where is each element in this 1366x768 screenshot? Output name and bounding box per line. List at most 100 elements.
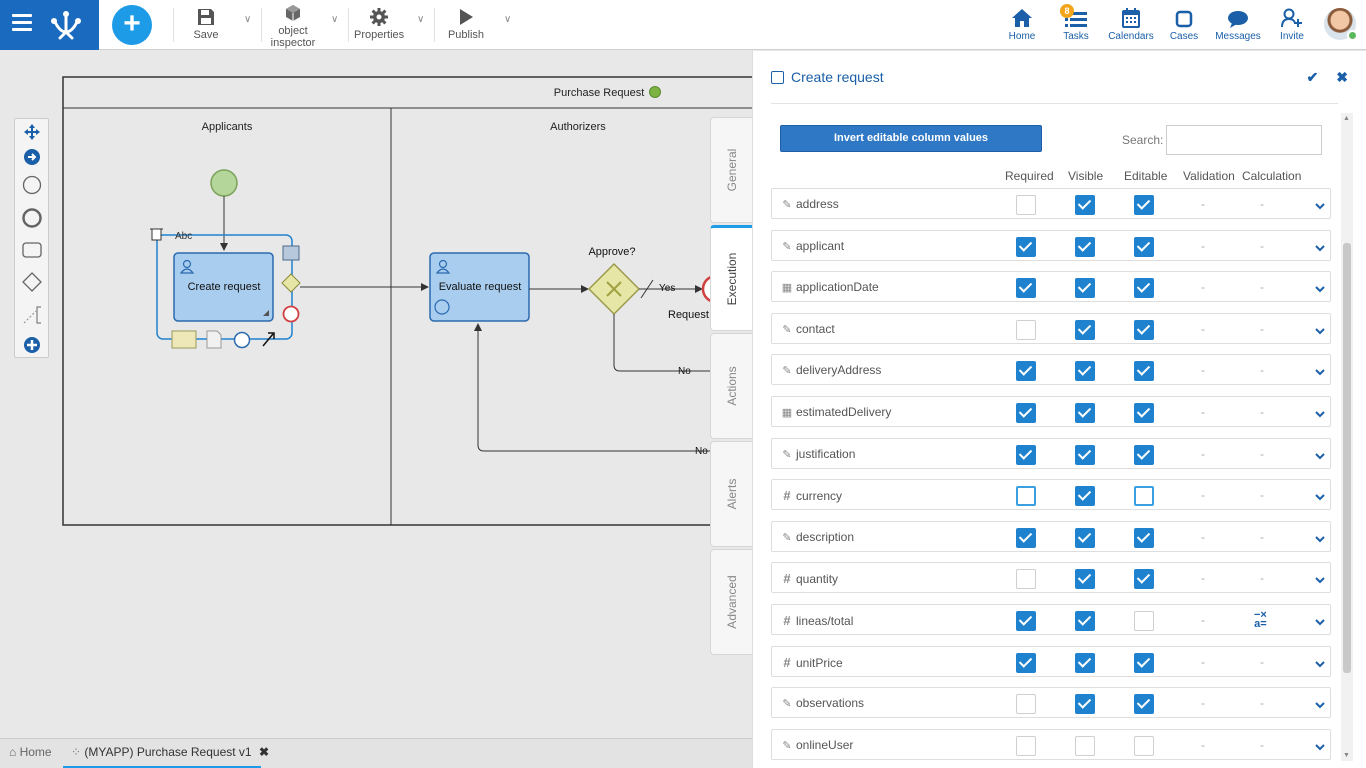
- table-row[interactable]: # lineas/total - −× a=: [771, 604, 1331, 635]
- calculation-value[interactable]: -: [1260, 239, 1264, 253]
- visible-checkbox[interactable]: [1075, 653, 1095, 673]
- calculation-value[interactable]: -: [1260, 280, 1264, 294]
- required-checkbox[interactable]: [1016, 653, 1036, 673]
- formula-icon[interactable]: −× a=: [1254, 610, 1267, 630]
- calculation-value[interactable]: -: [1260, 363, 1264, 377]
- table-row[interactable]: ✎ deliveryAddress - -: [771, 354, 1331, 385]
- table-row[interactable]: # unitPrice - -: [771, 646, 1331, 677]
- required-checkbox[interactable]: [1016, 611, 1036, 631]
- pad-end-event-icon[interactable]: [282, 305, 300, 323]
- editable-checkbox[interactable]: [1134, 361, 1154, 381]
- inspector-dropdown-chevron-icon[interactable]: ∨: [331, 14, 338, 25]
- chevron-down-icon[interactable]: [1315, 326, 1325, 336]
- editable-checkbox[interactable]: [1134, 569, 1154, 589]
- scroll-up-arrow-icon[interactable]: ▲: [1343, 115, 1350, 122]
- validation-value[interactable]: -: [1201, 197, 1205, 211]
- required-checkbox[interactable]: [1016, 528, 1036, 548]
- bottom-tab-home[interactable]: ⌂ Home: [9, 745, 52, 759]
- table-row[interactable]: # quantity - -: [771, 562, 1331, 593]
- validation-value[interactable]: -: [1201, 280, 1205, 294]
- pad-intermediate-event-icon[interactable]: [233, 331, 251, 349]
- validation-value[interactable]: -: [1201, 571, 1205, 585]
- properties-dropdown-chevron-icon[interactable]: ∨: [417, 14, 424, 25]
- editable-checkbox[interactable]: [1134, 736, 1154, 756]
- required-checkbox[interactable]: [1016, 569, 1036, 589]
- tab-actions[interactable]: Actions: [710, 333, 752, 439]
- editable-checkbox[interactable]: [1134, 320, 1154, 340]
- chevron-down-icon[interactable]: [1315, 700, 1325, 710]
- tab-execution[interactable]: Execution: [710, 225, 752, 331]
- diagram-canvas[interactable]: Purchase Request Applicants Authorizers …: [0, 51, 752, 737]
- validation-value[interactable]: -: [1201, 613, 1205, 627]
- validation-value[interactable]: -: [1201, 363, 1205, 377]
- validation-value[interactable]: -: [1201, 322, 1205, 336]
- validation-value[interactable]: -: [1201, 530, 1205, 544]
- visible-checkbox[interactable]: [1075, 486, 1095, 506]
- calculation-value[interactable]: -: [1260, 571, 1264, 585]
- tab-general[interactable]: General: [710, 117, 752, 223]
- validation-value[interactable]: -: [1201, 488, 1205, 502]
- publish-button[interactable]: Publish: [446, 4, 486, 41]
- task-tool-icon[interactable]: [22, 240, 42, 260]
- chevron-down-icon[interactable]: [1315, 409, 1325, 419]
- editable-checkbox[interactable]: [1134, 486, 1154, 506]
- table-row[interactable]: ✎ address - -: [771, 188, 1331, 219]
- visible-checkbox[interactable]: [1075, 736, 1095, 756]
- save-dropdown-chevron-icon[interactable]: ∨: [244, 14, 251, 25]
- visible-checkbox[interactable]: [1075, 569, 1095, 589]
- required-checkbox[interactable]: [1016, 486, 1036, 506]
- validation-value[interactable]: -: [1201, 239, 1205, 253]
- tab-alerts[interactable]: Alerts: [710, 441, 752, 547]
- search-input[interactable]: [1166, 125, 1322, 155]
- chevron-down-icon[interactable]: [1315, 659, 1325, 669]
- table-row[interactable]: ✎ contact - -: [771, 313, 1331, 344]
- gateway-tool-icon[interactable]: [22, 272, 42, 292]
- calculation-value[interactable]: -: [1260, 488, 1264, 502]
- nav-home[interactable]: Home: [1007, 6, 1037, 42]
- required-checkbox[interactable]: [1016, 361, 1036, 381]
- editable-checkbox[interactable]: [1134, 237, 1154, 257]
- editable-checkbox[interactable]: [1134, 694, 1154, 714]
- text-annotation-tool[interactable]: Abc: [175, 231, 192, 242]
- scrollbar-thumb[interactable]: [1343, 243, 1351, 673]
- end-event-tool-icon[interactable]: [22, 208, 42, 228]
- new-button[interactable]: +: [112, 5, 152, 45]
- table-row[interactable]: ✎ applicant - -: [771, 230, 1331, 261]
- chevron-down-icon[interactable]: [1315, 617, 1325, 627]
- editable-checkbox[interactable]: [1134, 278, 1154, 298]
- editable-checkbox[interactable]: [1134, 445, 1154, 465]
- chevron-down-icon[interactable]: [1315, 742, 1325, 752]
- nav-messages[interactable]: Messages: [1214, 6, 1262, 42]
- nav-calendars[interactable]: Calendars: [1108, 6, 1154, 42]
- required-checkbox[interactable]: [1016, 445, 1036, 465]
- chevron-down-icon[interactable]: [1315, 534, 1325, 544]
- chevron-down-icon[interactable]: [1315, 367, 1325, 377]
- pad-data-store-icon[interactable]: [171, 330, 197, 349]
- table-row[interactable]: ✎ onlineUser - -: [771, 729, 1331, 760]
- table-row[interactable]: ✎ observations - -: [771, 687, 1331, 718]
- properties-button[interactable]: Properties: [354, 4, 404, 41]
- chevron-down-icon[interactable]: [1315, 451, 1325, 461]
- required-checkbox[interactable]: [1016, 694, 1036, 714]
- calculation-value[interactable]: -: [1260, 447, 1264, 461]
- editable-checkbox[interactable]: [1134, 611, 1154, 631]
- nav-cases[interactable]: Cases: [1168, 6, 1200, 42]
- publish-dropdown-chevron-icon[interactable]: ∨: [504, 14, 511, 25]
- visible-checkbox[interactable]: [1075, 694, 1095, 714]
- calculation-value[interactable]: -: [1260, 405, 1264, 419]
- visible-checkbox[interactable]: [1075, 445, 1095, 465]
- user-avatar[interactable]: [1324, 8, 1358, 41]
- required-checkbox[interactable]: [1016, 237, 1036, 257]
- chevron-down-icon[interactable]: [1315, 284, 1325, 294]
- visible-checkbox[interactable]: [1075, 403, 1095, 423]
- calculation-value[interactable]: -: [1260, 655, 1264, 669]
- validation-value[interactable]: -: [1201, 405, 1205, 419]
- required-checkbox[interactable]: [1016, 320, 1036, 340]
- app-logo-icon[interactable]: [50, 10, 82, 40]
- visible-checkbox[interactable]: [1075, 237, 1095, 257]
- start-event-tool-icon[interactable]: [22, 175, 42, 195]
- visible-checkbox[interactable]: [1075, 320, 1095, 340]
- bottom-tab-process[interactable]: ⁘ (MYAPP) Purchase Request v1 ✖: [71, 745, 269, 759]
- nav-invite[interactable]: Invite: [1278, 6, 1306, 42]
- chevron-down-icon[interactable]: [1315, 575, 1325, 585]
